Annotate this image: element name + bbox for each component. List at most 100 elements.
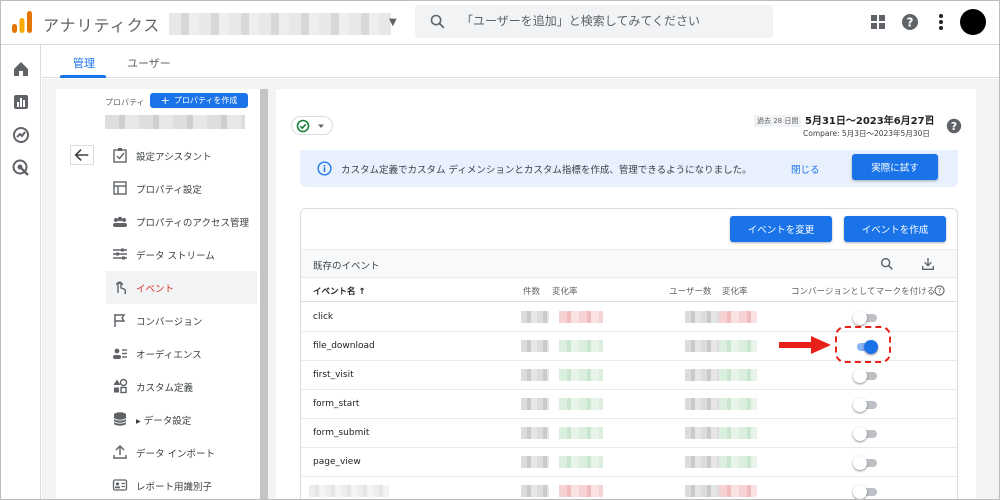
help-icon[interactable]: ? <box>945 117 963 135</box>
create-property-button[interactable]: + プロパティを作成 <box>150 93 248 108</box>
annotation-highlight <box>835 326 891 363</box>
column-count[interactable]: 件数 <box>523 285 540 297</box>
reports-icon[interactable] <box>11 92 31 112</box>
property-selector[interactable] <box>105 115 245 129</box>
menu-item-label: レポート用識別子 <box>136 482 213 493</box>
home-icon[interactable] <box>11 59 31 79</box>
search-icon[interactable] <box>879 256 895 272</box>
count-change-obscured <box>559 369 603 381</box>
event-name: form_start <box>313 399 360 409</box>
search-input[interactable] <box>461 11 761 31</box>
account-selector[interactable] <box>169 13 391 35</box>
analytics-logo-icon[interactable] <box>11 10 33 34</box>
apps-grid-icon[interactable] <box>868 12 888 32</box>
event-name: file_download <box>313 341 375 351</box>
info-banner: カスタム定義でカスタム ディメンションとカスタム指標を作成、管理できるようになり… <box>300 150 958 187</box>
back-button[interactable] <box>70 145 94 165</box>
menu-item-label: プロパティ設定 <box>136 185 202 196</box>
caret-down-icon[interactable]: ▼ <box>389 17 397 28</box>
users-change-obscured <box>719 398 757 410</box>
event-name: page_view <box>313 457 361 467</box>
toggle-knob <box>853 427 867 441</box>
events-section-title: 既存のイベント <box>313 261 380 272</box>
menu-item[interactable]: プロパティのアクセス管理 <box>106 205 257 238</box>
explore-icon[interactable] <box>11 125 31 145</box>
menu-item[interactable]: プロパティ設定 <box>106 172 257 205</box>
users-obscured <box>685 456 721 468</box>
menu-item[interactable]: レポート用識別子 <box>106 469 257 499</box>
users-obscured <box>685 398 721 410</box>
conversion-toggle[interactable] <box>853 369 877 383</box>
help-outline-icon[interactable]: ? <box>934 285 945 296</box>
event-name: form_submit <box>313 428 370 438</box>
toggle-knob <box>853 485 867 499</box>
events-table-header: イベント名 ↑ 件数 変化率 ユーザー数 変化率 コンバージョンとしてマークを付… <box>301 279 957 302</box>
menu-item[interactable]: 設定アシスタント <box>106 139 257 172</box>
users-change-obscured <box>719 369 757 381</box>
menu-item[interactable]: カスタム定義 <box>106 370 257 403</box>
try-it-button[interactable]: 実際に試す <box>852 154 938 180</box>
menu-item[interactable]: ▸ データ設定 <box>106 403 257 436</box>
toggle-knob <box>853 369 867 383</box>
toggle-knob <box>853 456 867 470</box>
compare-range: Compare: 5月3日～2023年5月30日 <box>803 129 930 138</box>
column-event-name[interactable]: イベント名 ↑ <box>313 285 366 297</box>
count-obscured <box>521 398 549 410</box>
help-icon[interactable]: ? <box>900 12 920 32</box>
menu-item[interactable]: データ インポート <box>106 436 257 469</box>
conversion-toggle[interactable] <box>853 485 877 499</box>
conversion-toggle[interactable] <box>853 311 877 325</box>
column-users-change[interactable]: 変化率 <box>722 285 748 297</box>
menu-item-label: プロパティのアクセス管理 <box>136 218 249 229</box>
users-obscured <box>685 485 721 497</box>
count-obscured <box>521 456 549 468</box>
plus-icon: + <box>160 94 170 107</box>
streams-icon <box>113 248 127 260</box>
create-property-label: プロパティを作成 <box>173 96 238 105</box>
users-change-obscured <box>719 340 757 352</box>
count-obscured <box>521 427 549 439</box>
menu-item[interactable]: イベント <box>106 271 257 304</box>
menu-item[interactable]: オーディエンス <box>106 337 257 370</box>
conversion-toggle[interactable] <box>853 456 877 470</box>
data-status-chip[interactable] <box>291 116 333 135</box>
property-panel-scrollbar[interactable] <box>260 89 268 499</box>
banner-close-link[interactable]: 閉じる <box>791 162 820 176</box>
conversion-toggle[interactable] <box>853 427 877 441</box>
toggle-knob <box>853 311 867 325</box>
left-rail <box>1 45 41 499</box>
date-range[interactable]: 5月31日～2023年6月27日 <box>805 112 935 127</box>
more-vert-icon[interactable] <box>931 12 951 32</box>
table-row: page_view <box>301 448 957 477</box>
users-change-obscured <box>719 311 757 323</box>
users-obscured <box>685 427 721 439</box>
table-row: first_visit <box>301 361 957 390</box>
top-bar: アナリティクス ▼ ? <box>1 1 999 45</box>
column-count-change[interactable]: 変化率 <box>552 285 578 297</box>
search-icon <box>430 14 445 29</box>
menu-item-label: オーディエンス <box>136 350 202 361</box>
database-icon <box>113 412 127 426</box>
users-change-obscured <box>719 456 757 468</box>
menu-item-label: データ ストリーム <box>136 251 215 262</box>
modify-event-button[interactable]: イベントを変更 <box>730 216 832 242</box>
date-caret-icon[interactable]: ▼ <box>925 114 932 124</box>
shapes-icon <box>113 378 128 394</box>
column-users[interactable]: ユーザー数 <box>669 285 711 297</box>
download-icon[interactable] <box>920 256 936 272</box>
create-event-button[interactable]: イベントを作成 <box>844 216 946 242</box>
advertising-icon[interactable] <box>11 158 31 178</box>
search-box[interactable] <box>415 5 773 38</box>
svg-text:?: ? <box>938 287 942 295</box>
menu-item[interactable]: コンバージョン <box>106 304 257 337</box>
table-row: form_start <box>301 390 957 419</box>
upload-icon <box>113 444 127 459</box>
menu-item[interactable]: データ ストリーム <box>106 238 257 271</box>
users-change-obscured <box>719 485 757 497</box>
conversion-toggle[interactable] <box>853 398 877 412</box>
tab-admin[interactable]: 管理 <box>73 55 95 71</box>
avatar[interactable] <box>960 9 986 35</box>
count-change-obscured <box>559 311 603 323</box>
tab-user[interactable]: ユーザー <box>127 55 171 71</box>
checklist-icon <box>113 148 127 163</box>
